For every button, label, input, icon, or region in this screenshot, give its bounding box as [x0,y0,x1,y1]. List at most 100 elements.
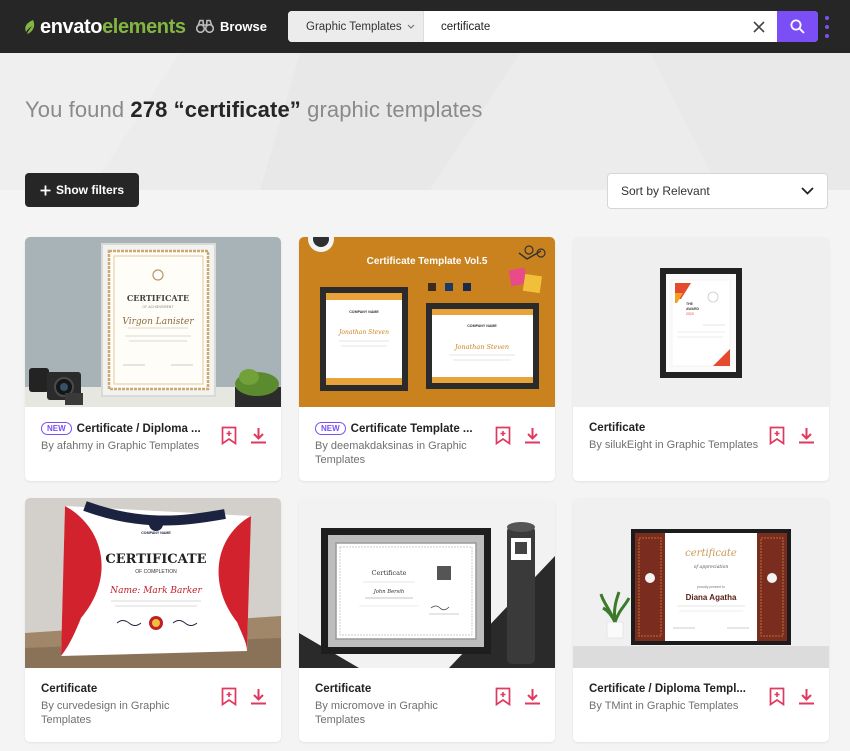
template-thumbnail[interactable]: certificate of appreciation proudly pres… [573,498,829,668]
card-author: By deemakdaksinas in Graphic Templates [315,440,467,466]
svg-text:CERTIFICATE: CERTIFICATE [127,293,189,303]
download-icon[interactable] [523,425,541,445]
template-thumbnail[interactable]: Certificate Template Vol.5 COMPANY NAME … [299,237,555,407]
category-select[interactable]: Graphic Templates [288,11,424,42]
svg-text:of appreciation: of appreciation [694,564,729,570]
plus-icon [40,185,51,195]
bookmark-add-icon[interactable] [768,425,786,445]
bookmark-add-icon[interactable] [494,425,512,445]
svg-text:certificate: certificate [685,548,737,559]
bookmark-add-icon[interactable] [768,686,786,706]
results-title: You found 278 “certificate” graphic temp… [25,97,483,122]
binoculars-icon [196,19,214,33]
svg-text:Name: Mark Barker: Name: Mark Barker [109,586,202,596]
card-actions [220,425,267,445]
svg-text:Certificate: Certificate [372,569,407,577]
card-title[interactable]: Certificate [315,683,371,695]
category-link[interactable]: Graphic Templates [647,700,739,712]
template-card: Certificate Template Vol.5 COMPANY NAME … [299,237,555,481]
logo-wordmark: envatoelements [40,15,186,38]
download-icon[interactable] [797,425,815,445]
card-author: By curvedesign in Graphic Templates [41,700,170,726]
template-card: certificate of appreciation proudly pres… [573,498,829,742]
svg-text:AWARD: AWARD [686,307,700,311]
template-thumbnail[interactable]: CERTIFICATE OF ACHIEVEMENT Virgon Lanist… [25,237,281,407]
new-badge: NEW [41,422,72,435]
author-link[interactable]: TMint [605,700,633,712]
browse-label: Browse [220,18,267,34]
chevron-down-icon [407,24,415,29]
sort-dropdown[interactable]: Sort by Relevant [607,173,828,209]
svg-text:OF COMPLETION: OF COMPLETION [135,569,177,575]
category-link[interactable]: Graphic Templates [667,439,759,451]
svg-text:Jonathan Steven: Jonathan Steven [453,343,509,351]
sort-dropdown-label: Sort by Relevant [621,184,710,198]
card-meta: Certificate By curvedesign in Graphic Te… [41,683,211,727]
card-actions [494,686,541,706]
card-title[interactable]: Certificate / Diploma ... [77,423,201,435]
author-link[interactable]: silukEight [605,439,652,451]
svg-text:CERTIFICATE: CERTIFICATE [105,552,206,567]
category-link[interactable]: Graphic Templates [108,440,200,452]
bookmark-add-icon[interactable] [220,425,238,445]
card-meta: Certificate By micromove in Graphic Temp… [315,683,485,727]
close-icon [753,20,765,33]
search-input[interactable] [424,11,741,42]
svg-text:proudly present to: proudly present to [697,585,725,589]
show-filters-label: Show filters [55,183,124,197]
card-author: By micromove in Graphic Templates [315,700,438,726]
svg-text:John Bersih: John Bersih [373,589,405,595]
chevron-down-icon [801,187,814,195]
card-actions [768,686,815,706]
template-thumbnail[interactable]: Certificate John Bersih [299,498,555,668]
card-title[interactable]: Certificate Template ... [351,423,473,435]
browse-button[interactable]: Browse [196,15,267,37]
author-link[interactable]: curvedesign [57,700,116,712]
download-icon[interactable] [523,686,541,706]
svg-text:Jonathan Steven: Jonathan Steven [337,329,389,336]
search-icon [790,19,805,34]
download-icon[interactable] [797,686,815,706]
category-select-value: Graphic Templates [306,20,402,33]
card-actions [494,425,541,445]
card-meta: Certificate / Diploma Templ... By TMint … [589,683,759,713]
author-link[interactable]: micromove [331,700,385,712]
show-filters-button[interactable]: Show filters [25,173,139,207]
download-icon[interactable] [249,425,267,445]
card-actions [768,425,815,445]
template-card: THE AWARD 2020 Certificate By silukEight… [573,237,829,481]
kebab-menu-icon[interactable] [823,16,831,38]
template-thumbnail[interactable]: THE AWARD 2020 [573,237,829,407]
card-title[interactable]: Certificate / Diploma Templ... [589,683,746,695]
template-card: Certificate John Bersih Certificate By m… [299,498,555,742]
leaf-logo-icon [25,20,35,34]
card-meta: NEW Certificate / Diploma ... By afahmy i… [41,422,211,453]
card-author: By TMint in Graphic Templates [589,700,739,712]
new-badge: NEW [315,422,346,435]
bookmark-add-icon[interactable] [220,686,238,706]
search-button[interactable] [777,11,818,42]
top-navigation: envatoelements Browse Graphic Templates [0,0,850,53]
template-card: CERTIFICATE OF ACHIEVEMENT Virgon Lanist… [25,237,281,481]
card-title[interactable]: Certificate [41,683,97,695]
bookmark-add-icon[interactable] [494,686,512,706]
card-meta: NEW Certificate Template ... By deemakdak… [315,422,485,467]
svg-text:OF ACHIEVEMENT: OF ACHIEVEMENT [142,305,174,309]
clear-search-button[interactable] [741,11,777,42]
template-thumbnail[interactable]: COMPANY NAME CERTIFICATE OF COMPLETION N… [25,498,281,668]
author-link[interactable]: deemakdaksinas [331,440,414,452]
author-link[interactable]: afahmy [57,440,93,452]
svg-text:Virgon Lanister: Virgon Lanister [122,317,194,327]
svg-text:Certificate Template Vol.5: Certificate Template Vol.5 [367,256,488,267]
svg-text:Diana Agatha: Diana Agatha [686,593,737,602]
envato-elements-logo[interactable]: envatoelements [24,14,186,40]
svg-text:2020: 2020 [686,312,694,316]
card-author: By afahmy in Graphic Templates [41,440,200,452]
download-icon[interactable] [249,686,267,706]
card-title[interactable]: Certificate [589,422,645,434]
template-card: COMPANY NAME CERTIFICATE OF COMPLETION N… [25,498,281,742]
search-bar: Graphic Templates [288,11,818,42]
card-meta: Certificate By silukEight in Graphic Tem… [589,422,759,452]
card-actions [220,686,267,706]
svg-text:THE: THE [686,302,694,306]
